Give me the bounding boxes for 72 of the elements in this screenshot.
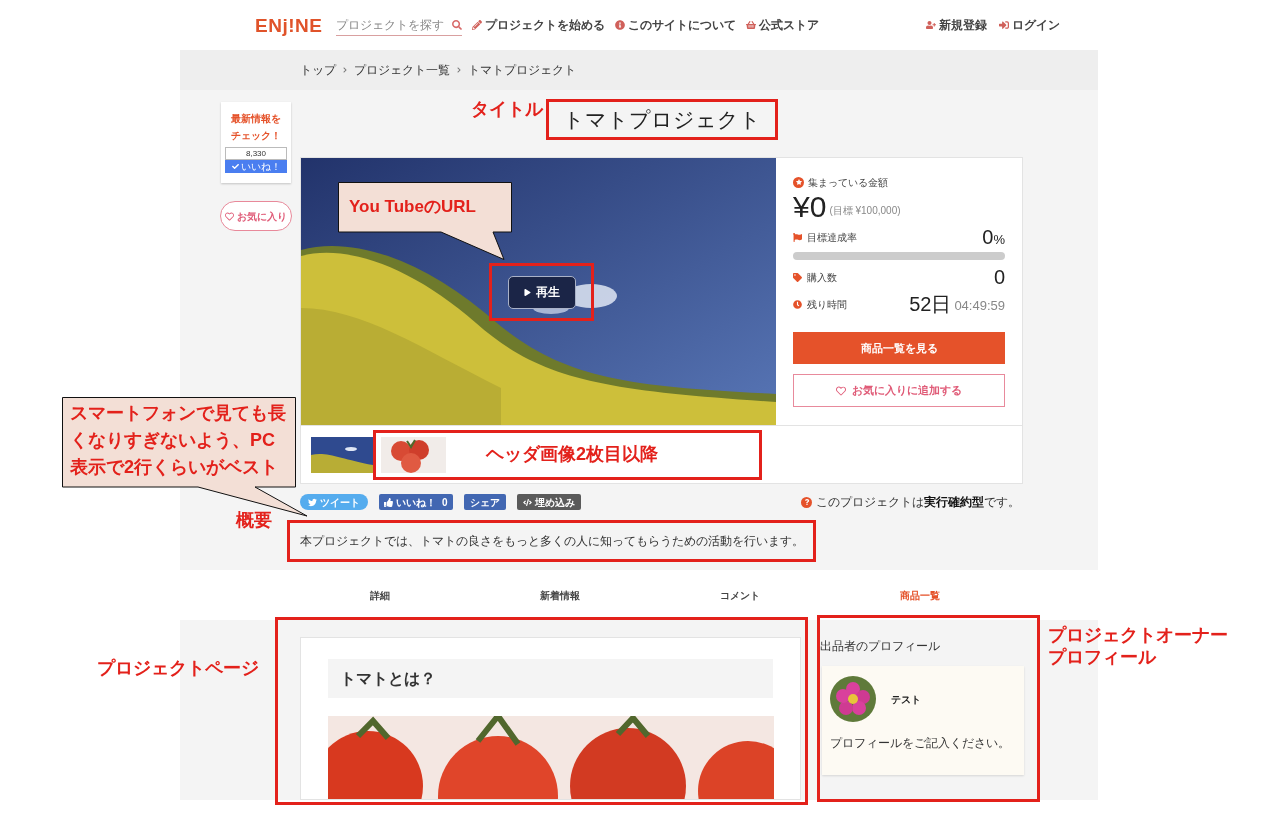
tomato-thumbnail[interactable] <box>381 436 446 473</box>
breadcrumb-link[interactable]: トップ <box>300 61 336 79</box>
search-icon[interactable] <box>452 19 463 30</box>
heart-icon <box>225 211 234 221</box>
landscape-thumbnail[interactable] <box>311 436 373 473</box>
add-favorite-button[interactable]: お気に入りに追加する <box>793 374 1005 407</box>
help-icon <box>801 496 812 508</box>
nav-link[interactable]: 公式ストア <box>746 16 820 34</box>
flag-icon <box>793 232 802 242</box>
code-icon <box>522 497 532 507</box>
annotation-note: ヘッダ画像2枚目以降 <box>486 443 658 466</box>
chevron-icon <box>342 67 348 73</box>
tab[interactable]: 新着情報 <box>538 585 582 605</box>
favorite-button[interactable]: お気に入り <box>220 201 292 231</box>
tab[interactable]: 商品一覧 <box>898 585 942 605</box>
tag-icon <box>793 272 802 282</box>
annotation-label: 概要 <box>236 509 272 532</box>
pencil-icon <box>472 20 483 30</box>
thumbs-up-icon <box>384 497 393 507</box>
star-icon <box>793 176 804 188</box>
site-logo[interactable]: ENj!NE <box>255 15 323 35</box>
annotation-label: タイトル <box>470 98 543 121</box>
page-title: トマトプロジェクト <box>562 109 761 130</box>
signup-link[interactable]: 新規登録 <box>926 16 987 34</box>
breadcrumb-current: トマトプロジェクト <box>468 62 576 79</box>
summary-text: 本プロジェクトでは、トマトの良さをもっと多くの人に知ってもらうための活動を行います。 <box>300 533 804 550</box>
achievement-unit: % <box>993 232 1005 247</box>
embed-button[interactable]: 埋め込み <box>516 494 581 510</box>
breadcrumb-link[interactable]: プロジェクト一覧 <box>354 61 450 79</box>
flower-avatar-icon <box>830 676 876 722</box>
stat-label: 目標達成率 <box>807 230 857 245</box>
callout-text: スマートフォンで見ても長くなりすぎないよう、PC表示で2行くらいがベスト <box>70 402 287 479</box>
login-link[interactable]: ログイン <box>999 16 1060 34</box>
tab[interactable]: 詳細 <box>368 585 392 605</box>
info-icon <box>615 20 626 30</box>
clock-icon <box>793 299 802 309</box>
project-type-note: このプロジェクトは実行確約型です。 <box>816 494 1020 511</box>
like-button[interactable]: いいね！ <box>225 160 287 173</box>
annotation-label: プロジェクトページ <box>97 657 259 680</box>
share-button[interactable]: シェア <box>463 494 506 510</box>
tab[interactable]: コメント <box>718 585 762 605</box>
time-left: 04:49:59 <box>954 297 1005 315</box>
nav-link[interactable]: プロジェクトを始める <box>472 16 606 34</box>
profile-heading: 出品者のプロフィール <box>820 638 941 654</box>
like-button[interactable]: いいね！ 0 <box>379 494 453 510</box>
search-field[interactable]: プロジェクトを探す <box>336 14 463 36</box>
funding-goal: (目標 ¥100,000) <box>829 204 901 218</box>
owner-name: テスト <box>891 692 921 707</box>
nav-link[interactable]: このサイトについて <box>615 16 737 34</box>
stat-label: 集まっている金額 <box>808 175 888 190</box>
bird-icon <box>308 497 317 507</box>
owner-bio: プロフィールをご記入ください。 <box>830 735 1011 752</box>
annotation-label: プロジェクトオーナープロフィール <box>1048 624 1229 668</box>
check-icon <box>231 163 239 170</box>
news-prompt-text: 最新情報をチェック！ <box>230 112 282 143</box>
user-plus-icon <box>926 20 936 30</box>
play-icon <box>523 288 531 296</box>
callout-text: You TubeのURL <box>349 196 476 218</box>
funding-amount: ¥0 <box>793 191 827 223</box>
achievement-value: 0 <box>982 227 994 247</box>
login-icon <box>999 20 1009 30</box>
stat-label: 残り時間 <box>807 297 847 312</box>
chevron-icon <box>456 67 462 73</box>
section-heading: トマトとは？ <box>340 668 436 689</box>
product-list-button[interactable]: 商品一覧を見る <box>793 332 1005 364</box>
play-button[interactable]: 再生 <box>507 275 576 309</box>
days-left: 52日 <box>909 293 952 315</box>
stat-label: 購入数 <box>807 270 837 285</box>
heart-icon <box>836 385 846 396</box>
like-count: 8,330 <box>225 147 287 160</box>
basket-icon <box>746 20 757 30</box>
purchase-count: 0 <box>993 266 1005 288</box>
